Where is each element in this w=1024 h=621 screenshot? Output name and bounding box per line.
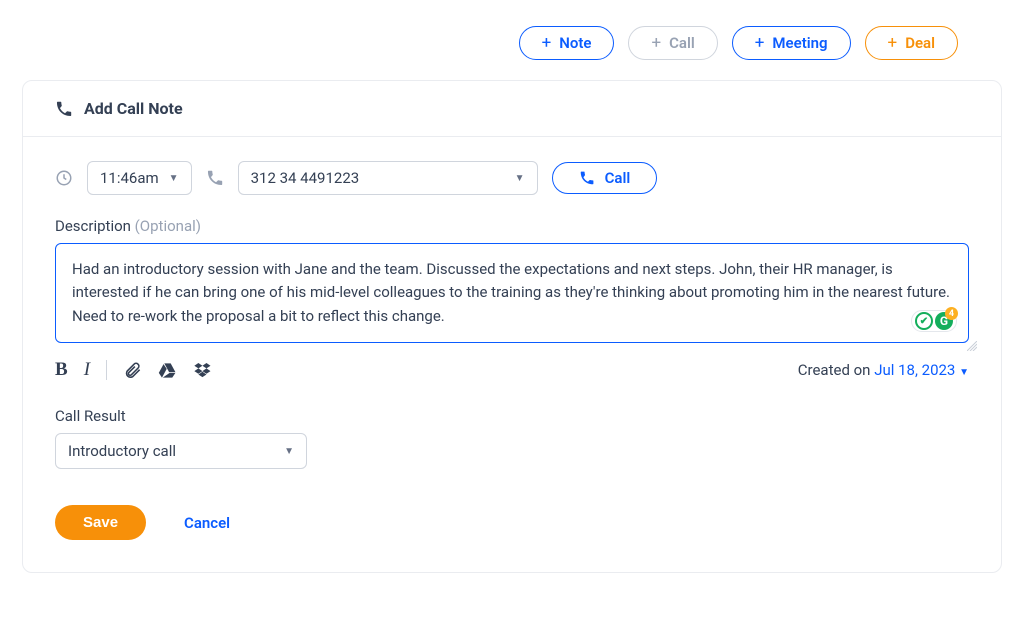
deal-label: Deal: [905, 34, 935, 52]
grammarly-widget[interactable]: ✔ G 4: [911, 310, 957, 332]
footer-actions: Save Cancel: [55, 505, 969, 540]
grammarly-icon: G 4: [935, 312, 953, 330]
chevron-down-icon: ▼: [515, 173, 525, 184]
description-label-text: Description: [55, 217, 131, 235]
time-select[interactable]: 11:46am ▼: [87, 161, 192, 195]
call-label: Call: [669, 34, 695, 52]
card-header: Add Call Note: [23, 81, 1001, 137]
grammarly-count: 4: [945, 307, 958, 320]
description-input[interactable]: Had an introductory session with Jane an…: [55, 243, 969, 343]
grammarly-shield-icon: ✔: [915, 312, 933, 330]
toolbar-icons: B I: [55, 359, 212, 381]
call-result-label: Call Result: [55, 407, 969, 425]
add-call-button: + Call: [628, 26, 717, 60]
call-note-card: Add Call Note 11:46am ▼ 312 34 4491223 ▼: [22, 80, 1002, 573]
description-label: Description (Optional): [55, 217, 969, 235]
add-deal-button[interactable]: + Deal: [865, 26, 958, 60]
call-result-value: Introductory call: [68, 442, 176, 460]
note-label: Note: [559, 34, 591, 52]
description-optional: (Optional): [135, 217, 201, 235]
time-value: 11:46am: [100, 169, 159, 187]
plus-icon: +: [888, 35, 898, 52]
dropbox-icon[interactable]: [193, 361, 212, 380]
top-actions: + Note + Call + Meeting + Deal: [12, 0, 1012, 80]
call-button-label: Call: [605, 169, 631, 187]
created-on-date: Jul 18, 2023: [874, 361, 955, 379]
phone-select[interactable]: 312 34 4491223 ▼: [238, 161, 538, 195]
phone-icon: [55, 100, 73, 118]
created-on-label: Created on: [798, 361, 874, 379]
italic-icon[interactable]: I: [84, 359, 90, 381]
toolbar-divider: [106, 360, 107, 380]
attachment-icon[interactable]: [123, 361, 142, 380]
editor-toolbar: B I Created on Jul 18, 2023 ▼: [55, 359, 969, 381]
meeting-label: Meeting: [772, 34, 827, 52]
bold-icon[interactable]: B: [55, 359, 68, 381]
chevron-down-icon: ▼: [284, 446, 294, 457]
datetime-phone-row: 11:46am ▼ 312 34 4491223 ▼ Call: [55, 161, 969, 195]
call-result-section: Call Result Introductory call ▼: [55, 407, 969, 469]
save-button[interactable]: Save: [55, 505, 146, 540]
google-drive-icon[interactable]: [158, 361, 177, 380]
phone-icon: [579, 170, 595, 186]
card-body: 11:46am ▼ 312 34 4491223 ▼ Call Descript…: [23, 137, 1001, 572]
description-wrap: Had an introductory session with Jane an…: [55, 243, 969, 343]
card-title: Add Call Note: [84, 99, 183, 118]
cancel-button[interactable]: Cancel: [184, 514, 230, 532]
created-on[interactable]: Created on Jul 18, 2023 ▼: [798, 361, 969, 379]
call-button[interactable]: Call: [552, 162, 658, 194]
plus-icon: +: [755, 35, 765, 52]
plus-icon: +: [651, 35, 661, 52]
phone-icon: [206, 169, 224, 187]
chevron-down-icon: ▼: [169, 173, 179, 184]
plus-icon: +: [542, 35, 552, 52]
add-note-button[interactable]: + Note: [519, 26, 615, 60]
phone-value: 312 34 4491223: [251, 169, 360, 187]
clock-icon: [55, 169, 73, 187]
call-result-select[interactable]: Introductory call ▼: [55, 433, 307, 469]
add-meeting-button[interactable]: + Meeting: [732, 26, 851, 60]
chevron-down-icon: ▼: [959, 367, 969, 378]
